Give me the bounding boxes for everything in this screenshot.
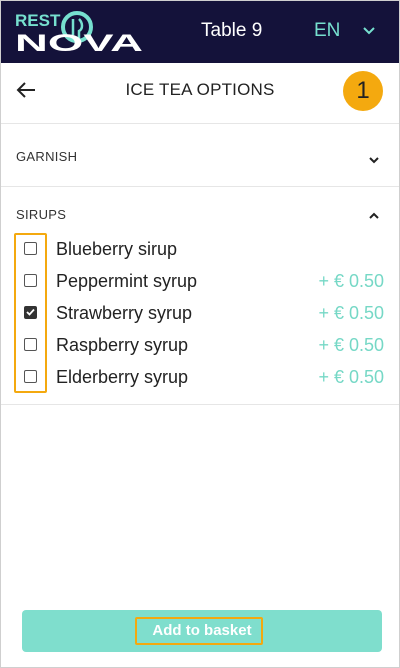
language-selector[interactable]: EN: [314, 20, 340, 42]
checkbox-checked[interactable]: [24, 306, 37, 319]
option-label: Blueberry sirup: [56, 239, 178, 259]
chevron-down-icon[interactable]: [362, 26, 376, 36]
option-label: Strawberry syrup: [56, 303, 193, 323]
add-to-basket-label: Add to basket: [152, 622, 252, 639]
divider: [1, 186, 399, 187]
section-sirups-title: SIRUPS: [16, 207, 67, 222]
section-garnish-title: GARNISH: [16, 149, 78, 164]
check-icon: [26, 308, 35, 316]
option-elderberry[interactable]: Elderberry syrup + € 0.50: [1, 361, 399, 393]
option-label: Elderberry syrup: [56, 367, 189, 387]
checkbox[interactable]: [24, 338, 37, 351]
option-peppermint[interactable]: Peppermint syrup + € 0.50: [1, 265, 399, 297]
option-blueberry[interactable]: Blueberry sirup: [1, 233, 399, 265]
section-garnish-header[interactable]: GARNISH: [1, 135, 399, 185]
option-label: Raspberry syrup: [56, 335, 189, 355]
step-badge: 1: [343, 71, 383, 111]
option-strawberry[interactable]: Strawberry syrup + € 0.50: [1, 297, 399, 329]
option-label: Peppermint syrup: [56, 271, 198, 291]
page-header: ICE TEA OPTIONS 1: [1, 63, 399, 121]
divider: [1, 404, 399, 405]
option-price: + € 0.50: [318, 367, 384, 387]
option-price: + € 0.50: [318, 271, 384, 291]
logo-top-text: REST: [15, 11, 61, 30]
restnova-logo: REST NOVA: [15, 11, 143, 55]
option-price: + € 0.50: [318, 303, 384, 323]
chevron-down-icon[interactable]: [368, 155, 380, 165]
page-title: ICE TEA OPTIONS: [125, 80, 275, 99]
checkbox[interactable]: [24, 242, 37, 255]
logo-bottom-text: NOVA: [15, 30, 143, 55]
top-bar: REST NOVA Table 9 EN: [1, 1, 399, 63]
option-raspberry[interactable]: Raspberry syrup + € 0.50: [1, 329, 399, 361]
checkbox[interactable]: [24, 274, 37, 287]
checkbox[interactable]: [24, 370, 37, 383]
divider: [1, 123, 399, 124]
add-to-basket-button[interactable]: Add to basket: [22, 610, 382, 652]
chevron-up-icon[interactable]: [368, 211, 380, 221]
option-price: + € 0.50: [318, 335, 384, 355]
table-number: Table 9: [201, 20, 263, 41]
